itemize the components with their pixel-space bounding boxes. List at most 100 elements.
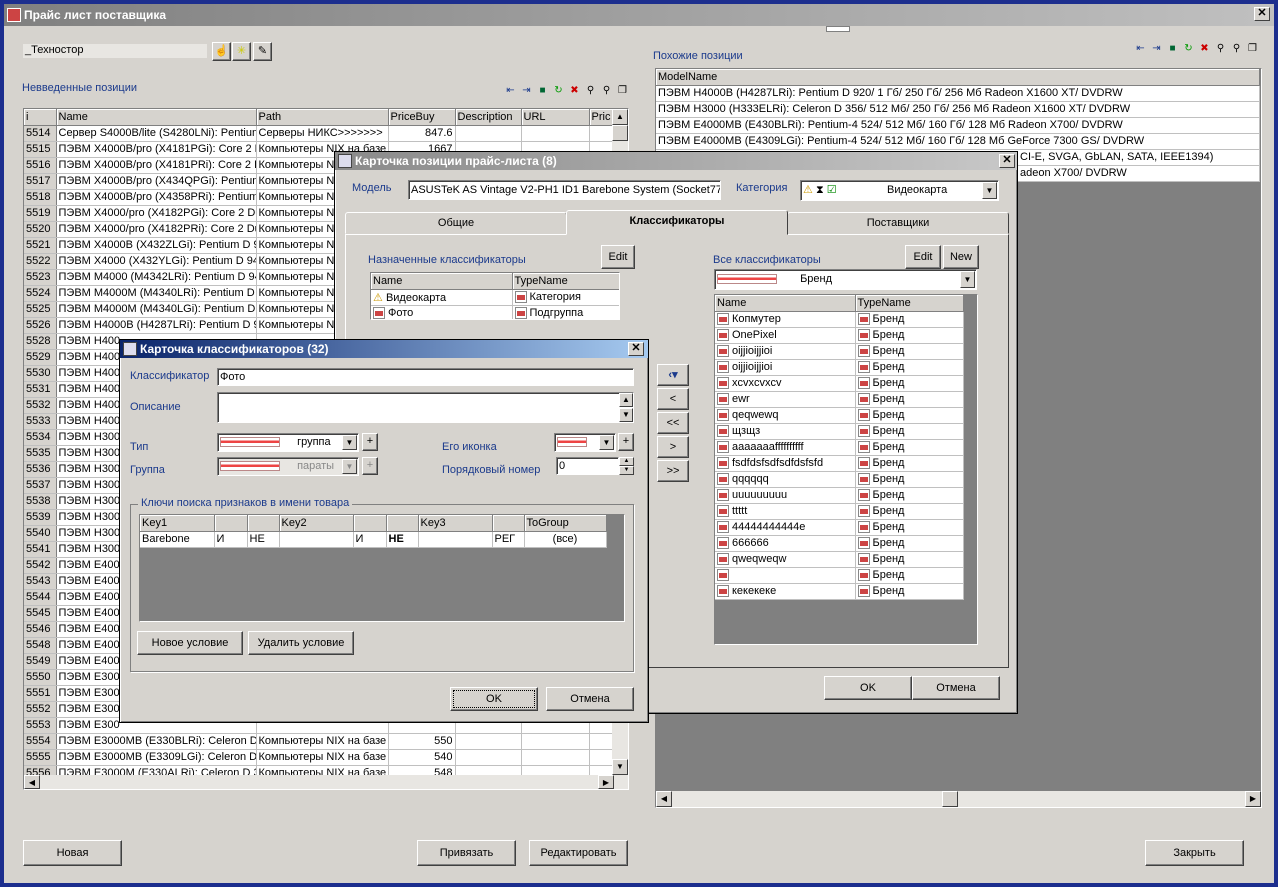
column-header[interactable]: PriceBuy — [388, 109, 456, 126]
key-cell[interactable]: РЕГ — [492, 531, 525, 548]
key-cell[interactable]: И — [353, 531, 387, 548]
find-icon[interactable]: ⚲ — [1213, 41, 1228, 56]
table-row[interactable]: qeqwewq Бренд — [715, 407, 964, 424]
card-cancel-button[interactable]: Отмена — [912, 676, 1000, 700]
col-typename[interactable]: TypeName — [855, 295, 964, 312]
type-select[interactable]: группа ▼ — [217, 433, 359, 452]
unbound-hscroll[interactable]: ◀ ▶ — [24, 775, 614, 789]
close-icon[interactable]: ✕ — [999, 154, 1015, 168]
copy-icon[interactable]: ❐ — [1245, 41, 1260, 56]
column-header[interactable]: URL — [521, 109, 590, 126]
save-icon[interactable]: ■ — [1165, 41, 1180, 56]
table-row[interactable]: oijjioijjioi Бренд — [715, 359, 964, 376]
key-cell[interactable]: НЕ — [247, 531, 280, 548]
key-column-header[interactable] — [386, 515, 419, 532]
column-header[interactable]: i — [24, 109, 57, 126]
assigned-grid[interactable]: Name TypeName ⚠ Видеокарта Категория Фото П… — [370, 272, 620, 320]
col-name[interactable]: Name — [715, 295, 856, 312]
table-row[interactable]: qweqweqw Бренд — [715, 551, 964, 568]
pick-hand-button[interactable]: ☝ — [212, 42, 231, 61]
table-row[interactable]: 5514 Сервер S4000B/lite (S4280LNi): Penti… — [24, 125, 615, 142]
table-row[interactable]: 5554 ПЭВМ E3000MB (E330BLRi): Celeron D Ко… — [24, 733, 615, 750]
table-row[interactable]: Бренд — [715, 567, 964, 584]
similar-col-header[interactable]: ModelName — [656, 69, 1260, 86]
tab-classifiers[interactable]: Классификаторы — [566, 210, 788, 235]
delete-condition-button[interactable]: Удалить условие — [248, 631, 354, 655]
order-down-icon[interactable]: ▼ — [619, 466, 634, 475]
save-icon[interactable]: ■ — [535, 83, 550, 98]
close-button[interactable]: Закрыть — [1145, 840, 1244, 866]
add-group-button[interactable]: + — [362, 457, 378, 475]
description-field[interactable]: ▲ ▼ — [217, 392, 634, 423]
icon-select[interactable]: ▼ — [554, 433, 616, 452]
delete-icon[interactable]: ✖ — [1197, 41, 1212, 56]
order-field[interactable]: 0 — [556, 457, 619, 475]
last-icon[interactable]: ⇥ — [519, 83, 534, 98]
key-column-header[interactable] — [247, 515, 280, 532]
column-header[interactable]: Pric — [589, 109, 615, 126]
table-row[interactable]: ПЭВМ E4000MB (E4309LGi): Pentium-4 524/ … — [656, 133, 1260, 150]
key-column-header[interactable]: Key1 — [140, 515, 215, 532]
col-name[interactable]: Name — [371, 273, 513, 290]
table-row[interactable]: 44444444444e Бренд — [715, 519, 964, 536]
table-row[interactable]: щзщз Бренд — [715, 423, 964, 440]
add-icon-button[interactable]: + — [618, 433, 634, 451]
add-type-button[interactable]: + — [362, 433, 378, 451]
all-new-button[interactable]: New — [943, 245, 979, 269]
table-row[interactable]: ПЭВМ H3000 (H333ELRi): Celeron D 356/ 51… — [656, 101, 1260, 118]
table-row[interactable]: ПЭВМ E4000MB (E430BLRi): Pentium-4 524/ … — [656, 117, 1260, 134]
key-cell[interactable]: НЕ — [386, 531, 419, 548]
chevron-down-icon[interactable]: ▼ — [599, 435, 614, 450]
pencil-button[interactable]: ✎ — [253, 42, 272, 61]
table-row[interactable]: Фото Подгруппа — [371, 305, 619, 319]
key-cell[interactable]: (все) — [524, 531, 607, 548]
key-column-header[interactable] — [214, 515, 248, 532]
move-all-left-button[interactable]: << — [657, 412, 689, 434]
table-row[interactable]: ⚠ Видеокарта Категория — [371, 289, 619, 306]
table-row[interactable]: ewr Бренд — [715, 391, 964, 408]
tab-suppliers[interactable]: Поставщики — [787, 212, 1009, 234]
table-row[interactable]: fsdfdsfsdfsdfdsfsfd Бренд — [715, 455, 964, 472]
close-icon[interactable]: ✕ — [1254, 7, 1270, 21]
find-next-icon[interactable]: ⚲ — [1229, 41, 1244, 56]
new-condition-button[interactable]: Новое условие — [137, 631, 243, 655]
supplier-field[interactable]: _Техностор — [22, 43, 208, 59]
assigned-edit-button[interactable]: Edit — [601, 245, 635, 269]
key-cell[interactable]: Barebone — [140, 531, 215, 548]
copy-icon[interactable]: ❐ — [615, 83, 630, 98]
refresh-icon[interactable]: ↻ — [551, 83, 566, 98]
table-row[interactable]: Копмутер Бренд — [715, 311, 964, 328]
chevron-down-icon[interactable]: ▼ — [342, 435, 357, 450]
table-row[interactable]: ПЭВМ H4000B (H4287LRi): Pentium D 920/ 1… — [656, 85, 1260, 102]
table-row[interactable]: 5555 ПЭВМ E3000MB (E3309LGi): Celeron D Ко… — [24, 749, 615, 766]
classifier-ok-button[interactable]: OK — [450, 687, 538, 711]
key-cell[interactable]: И — [214, 531, 248, 548]
classifier-field[interactable]: Фото — [217, 368, 634, 386]
star-button[interactable]: ✳ — [232, 42, 251, 61]
key-column-header[interactable]: Key3 — [418, 515, 493, 532]
key-column-header[interactable]: Key2 — [279, 515, 354, 532]
move-left-button[interactable]: < — [657, 388, 689, 410]
model-field[interactable]: ASUSTeK AS Vintage V2-PH1 ID1 Barebone S… — [408, 180, 721, 200]
refresh-icon[interactable]: ↻ — [1181, 41, 1196, 56]
table-row[interactable]: xcvxcvxcv Бренд — [715, 375, 964, 392]
bind-button[interactable]: Привязать — [417, 840, 516, 866]
table-row[interactable]: Barebone И НЕ И НЕ РЕГ (все) — [140, 531, 607, 548]
edit-button[interactable]: Редактировать — [529, 840, 628, 866]
find-next-icon[interactable]: ⚲ — [599, 83, 614, 98]
table-row[interactable]: qqqqqq Бренд — [715, 471, 964, 488]
new-button[interactable]: Новая — [23, 840, 122, 866]
key-column-header[interactable] — [492, 515, 525, 532]
table-row[interactable]: uuuuuuuuu Бренд — [715, 487, 964, 504]
chevron-down-icon[interactable]: ▼ — [982, 182, 997, 199]
move-all-right-button[interactable]: >> — [657, 460, 689, 482]
find-icon[interactable]: ⚲ — [583, 83, 598, 98]
all-edit-button[interactable]: Edit — [905, 245, 941, 269]
column-header[interactable]: Path — [256, 109, 389, 126]
classifier-cancel-button[interactable]: Отмена — [546, 687, 634, 711]
chevron-down-icon[interactable]: ▼ — [342, 459, 357, 474]
chevron-down-icon[interactable]: ▼ — [960, 271, 975, 288]
table-row[interactable]: ttttt Бренд — [715, 503, 964, 520]
brand-filter-select[interactable]: Бренд ▼ — [714, 269, 977, 290]
order-up-icon[interactable]: ▲ — [619, 457, 634, 466]
